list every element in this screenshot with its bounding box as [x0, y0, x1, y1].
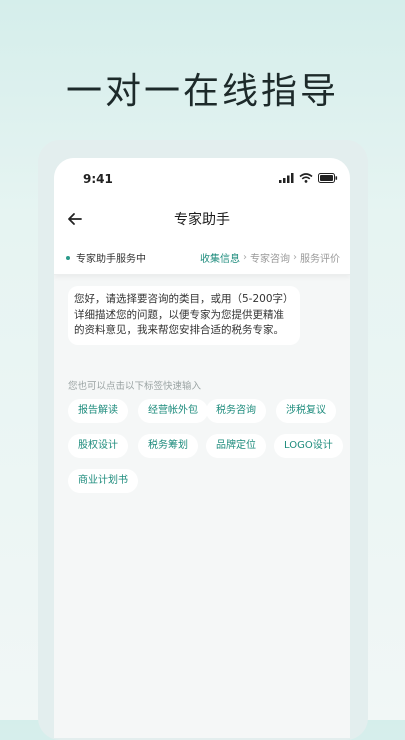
tag-tax-consulting[interactable]: 税务咨询 [206, 399, 266, 423]
status-icons [279, 173, 338, 183]
phone-screen: 9:41 专家助手 专家助手服务中 收集信息 › 专家咨询 › 服务评价 您好，… [54, 158, 350, 738]
status-time: 9:41 [83, 172, 113, 186]
chevron-right-icon: › [243, 252, 247, 263]
chevron-right-icon: › [293, 252, 297, 263]
battery-icon [318, 173, 338, 183]
tag-accounting-outsourcing[interactable]: 经营帐外包 [138, 399, 208, 423]
tag-report-analysis[interactable]: 报告解读 [68, 399, 128, 423]
page-headline: 一对一在线指导 [65, 71, 339, 112]
step-expert-consult: 专家咨询 [250, 254, 290, 265]
nav-bar: 专家助手 [54, 200, 350, 242]
tag-equity-design[interactable]: 股权设计 [68, 434, 128, 458]
quick-tag-hint: 您也可以点击以下标签快速输入 [68, 381, 202, 392]
step-collect-info: 收集信息 [200, 254, 240, 265]
tag-brand-positioning[interactable]: 品牌定位 [206, 434, 266, 458]
step-service-review: 服务评价 [300, 254, 340, 265]
tag-tax-review[interactable]: 涉税复议 [276, 399, 336, 423]
progress-steps: 收集信息 › 专家咨询 › 服务评价 [200, 250, 340, 265]
tag-tax-planning[interactable]: 税务筹划 [138, 434, 198, 458]
status-bar: 9:41 [54, 158, 350, 200]
assistant-message: 您好，请选择要咨询的类目，或用（5-200字）详细描述您的问题，以便专家为您提供… [68, 286, 300, 345]
service-status: 专家助手服务中 [76, 254, 146, 265]
wifi-icon [299, 173, 313, 183]
tag-business-plan[interactable]: 商业计划书 [68, 469, 138, 493]
nav-title: 专家助手 [174, 212, 230, 228]
status-dot-icon [66, 256, 70, 260]
tag-logo-design[interactable]: LOGO设计 [274, 434, 343, 458]
signal-icon [279, 173, 294, 183]
progress-bar: 专家助手服务中 收集信息 › 专家咨询 › 服务评价 [54, 242, 350, 275]
